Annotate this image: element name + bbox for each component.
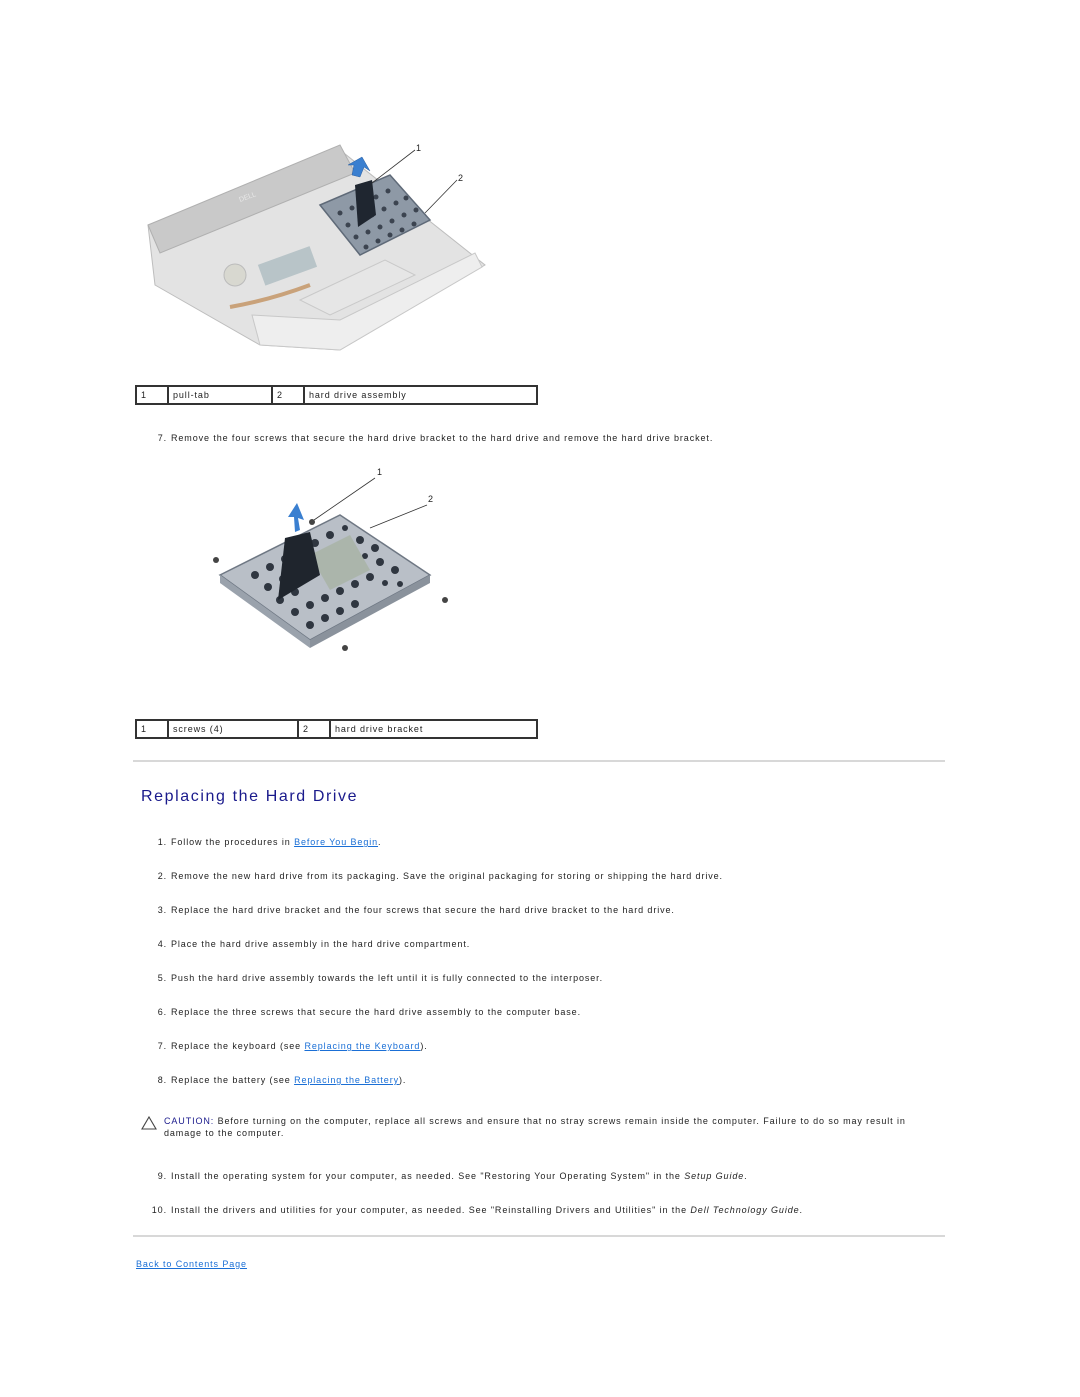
back-to-contents-link[interactable]: Back to Contents Page: [136, 1259, 247, 1269]
list-item: 2. Remove the new hard drive from its pac…: [143, 871, 723, 881]
step-text: Replace the keyboard (see: [171, 1041, 305, 1051]
step-number: 5.: [157, 973, 167, 983]
step-text: Push the hard drive assembly towards the…: [171, 973, 603, 983]
section-heading: Replacing the Hard Drive: [141, 788, 359, 805]
step-text: Install the operating system for your co…: [171, 1171, 685, 1181]
list-item: 7. Remove the four screws that secure the…: [143, 433, 713, 443]
step-text: ).: [420, 1041, 428, 1051]
replacing-keyboard-link[interactable]: Replacing the Keyboard: [304, 1041, 420, 1051]
step-text: Remove the new hard drive from its packa…: [171, 871, 723, 881]
laptop-illustration: DELL 1 2: [147, 143, 486, 351]
step-text: Replace the hard drive bracket and the f…: [171, 905, 675, 915]
bracket-illustration: 1 2: [213, 467, 448, 651]
technology-guide-title: Dell Technology Guide: [690, 1205, 800, 1215]
step-text: Replace the battery (see: [171, 1075, 295, 1085]
step-text: Install the drivers and utilities for yo…: [171, 1205, 691, 1215]
list-item: 3. Replace the hard drive bracket and the…: [143, 905, 675, 915]
figure1-legend-table: 1 pull-tab 2 hard drive assembly: [135, 385, 538, 405]
step-text: Place the hard drive assembly in the har…: [171, 939, 471, 949]
callout-2: 2: [458, 173, 463, 183]
step-text: .: [378, 837, 382, 847]
list-item: 10. Install the drivers and utilities for…: [143, 1205, 803, 1215]
legend-label: hard drive bracket: [329, 719, 538, 739]
list-item: 4. Place the hard drive assembly in the h…: [143, 939, 470, 949]
figure-hard-drive-assembly: DELL 1 2: [140, 135, 490, 355]
list-item: 5. Push the hard drive assembly towards t…: [143, 973, 603, 983]
caution-triangle-icon: [141, 1115, 157, 1132]
step-text: ).: [399, 1075, 407, 1085]
step-text: Follow the procedures in: [171, 837, 295, 847]
before-you-begin-link[interactable]: Before You Begin: [294, 837, 378, 847]
replacing-battery-link[interactable]: Replacing the Battery: [294, 1075, 399, 1085]
legend-label: screws (4): [167, 719, 299, 739]
divider: [133, 1235, 945, 1237]
step-text: Remove the four screws that secure the h…: [171, 433, 714, 443]
legend-label: hard drive assembly: [303, 385, 538, 405]
list-item: 7. Replace the keyboard (see Replacing th…: [143, 1041, 428, 1051]
legend-num: 1: [135, 719, 169, 739]
step-number: 10.: [151, 1205, 167, 1215]
step-number: 3.: [157, 905, 167, 915]
step-number: 9.: [157, 1171, 167, 1181]
step-number: 4.: [157, 939, 167, 949]
step-text: Replace the three screws that secure the…: [171, 1007, 581, 1017]
step-number: 1.: [157, 837, 167, 847]
list-item: 9. Install the operating system for your …: [143, 1171, 748, 1181]
list-item: 8. Replace the battery (see Replacing the…: [143, 1075, 406, 1085]
list-item: 1. Follow the procedures in Before You Be…: [143, 837, 381, 847]
figure2-legend-table: 1 screws (4) 2 hard drive bracket: [135, 719, 538, 739]
legend-label: pull-tab: [167, 385, 273, 405]
callout-1: 1: [377, 467, 382, 477]
step-number: 6.: [157, 1007, 167, 1017]
step-number: 8.: [157, 1075, 167, 1085]
step-number: 7.: [157, 433, 167, 443]
caution-text: Before turning on the computer, replace …: [164, 1116, 906, 1138]
setup-guide-title: Setup Guide: [684, 1171, 745, 1181]
step-text: .: [744, 1171, 748, 1181]
step-text: .: [799, 1205, 803, 1215]
legend-num: 2: [271, 385, 305, 405]
divider: [133, 760, 945, 762]
callout-2: 2: [428, 494, 433, 504]
caution-label: CAUTION:: [164, 1116, 215, 1126]
step-number: 7.: [157, 1041, 167, 1051]
table-row: 1 screws (4) 2 hard drive bracket: [135, 719, 538, 739]
legend-num: 2: [297, 719, 331, 739]
figure-hard-drive-bracket: 1 2: [200, 460, 460, 660]
callout-1: 1: [416, 143, 421, 153]
legend-num: 1: [135, 385, 169, 405]
step-number: 2.: [157, 871, 167, 881]
table-row: 1 pull-tab 2 hard drive assembly: [135, 385, 538, 405]
list-item: 6. Replace the three screws that secure t…: [143, 1007, 581, 1017]
